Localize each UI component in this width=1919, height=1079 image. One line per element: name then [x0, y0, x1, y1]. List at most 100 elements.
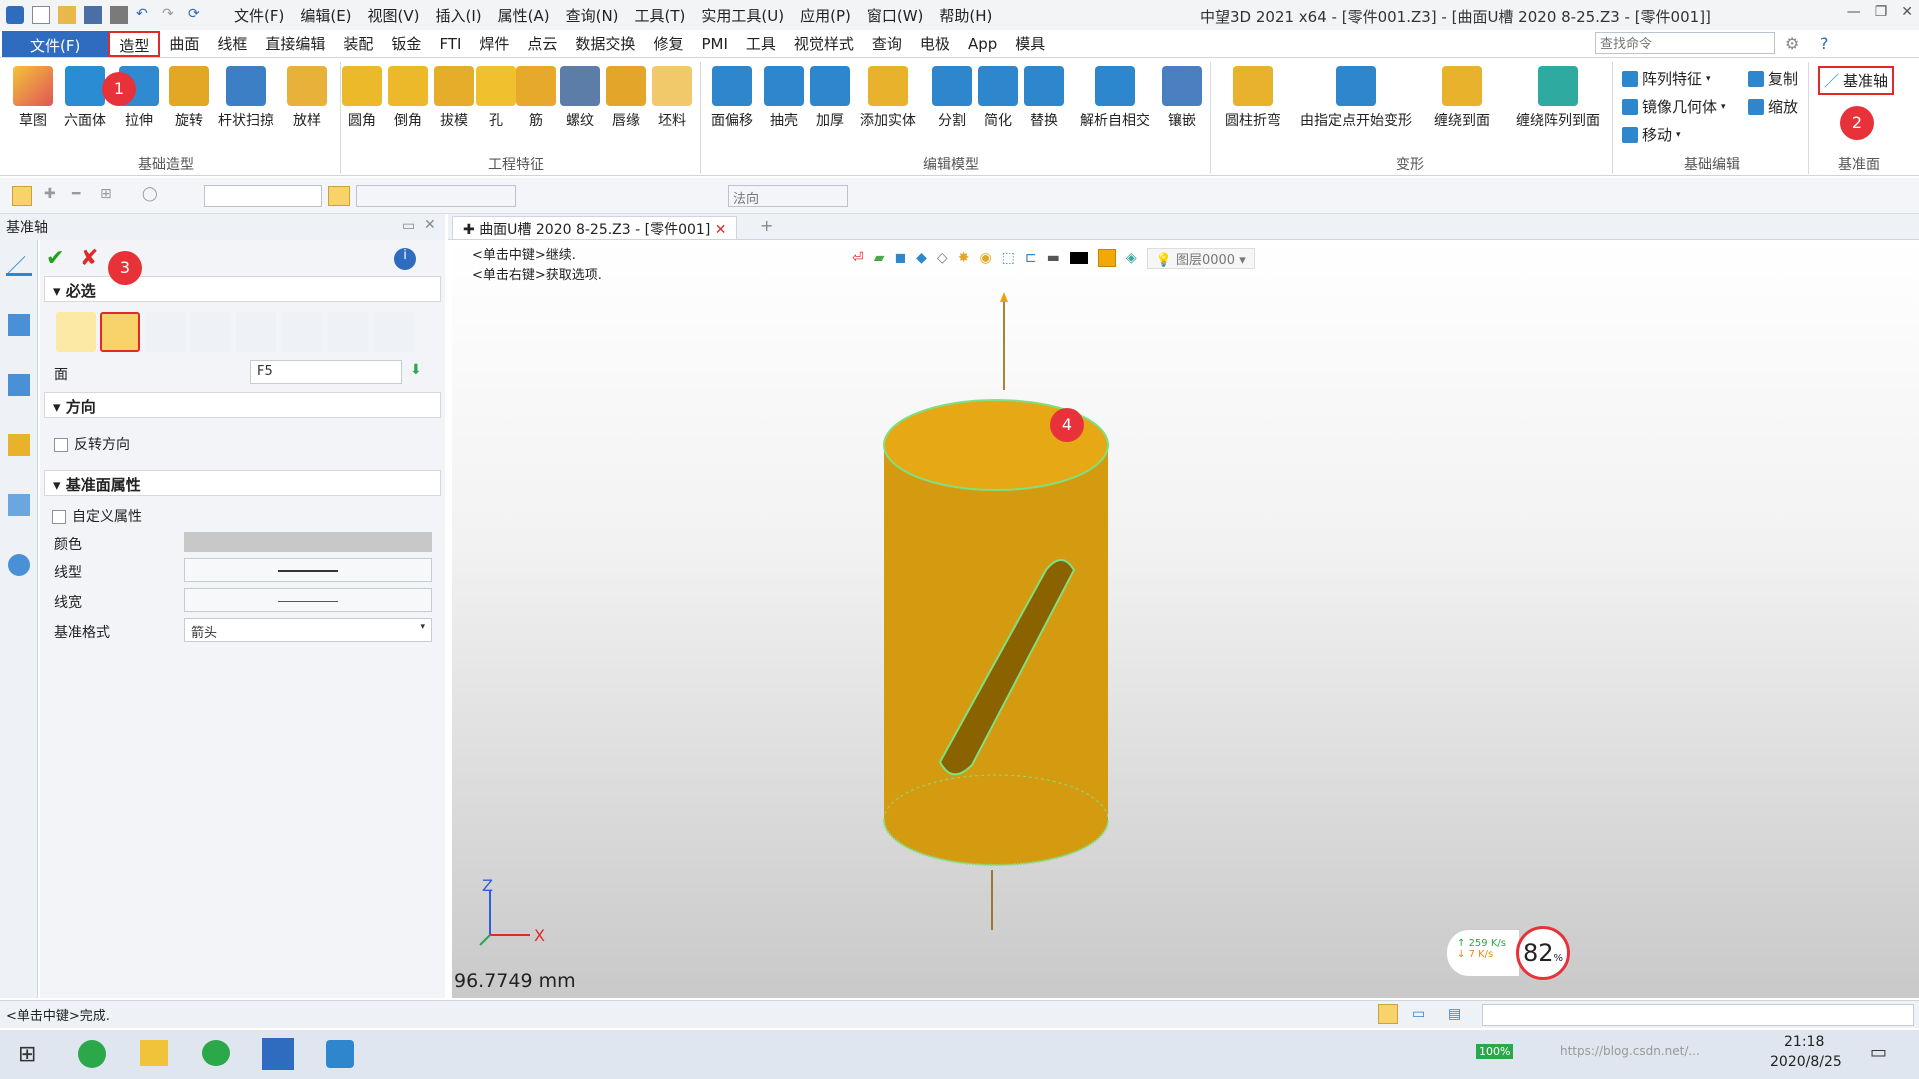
remove-icon[interactable]: ━ — [72, 186, 80, 202]
status-icon-2[interactable]: ▭ — [1412, 1006, 1425, 1022]
box-button[interactable]: 六面体 — [60, 66, 110, 130]
new-file-icon[interactable] — [32, 6, 50, 24]
cancel-icon[interactable]: ✘ — [80, 246, 106, 272]
thread-button[interactable]: 螺纹 — [558, 66, 602, 130]
filter-icon[interactable]: ⊞ — [100, 186, 112, 202]
filter-select[interactable] — [204, 185, 322, 207]
circle-select-icon[interactable]: ◯ — [142, 186, 158, 202]
tab-electrode[interactable]: 电极 — [911, 31, 959, 57]
tab-pmi[interactable]: PMI — [692, 31, 736, 57]
wechat-icon[interactable] — [202, 1040, 230, 1066]
add-tab-icon[interactable]: + — [760, 216, 773, 235]
tab-app[interactable]: App — [959, 31, 1006, 57]
wrap-pattern-button[interactable]: 缠绕阵列到面 — [1506, 66, 1610, 130]
tab-weldment[interactable]: 焊件 — [470, 31, 518, 57]
menu-help[interactable]: 帮助(H) — [931, 5, 1000, 26]
image-icon[interactable] — [8, 494, 30, 516]
search-input[interactable] — [1595, 32, 1775, 54]
tab-sheetmetal[interactable]: 钣金 — [382, 31, 430, 57]
mirror-geometry-button[interactable]: 镜像几何体 ▾ — [1622, 96, 1726, 117]
tab-visual-style[interactable]: 视觉样式 — [785, 31, 863, 57]
chamfer-button[interactable]: 倒角 — [386, 66, 430, 130]
copy-button[interactable]: 复制 — [1748, 68, 1798, 89]
linetype-select[interactable] — [184, 558, 432, 582]
model-canvas[interactable] — [452, 240, 1919, 998]
close-icon[interactable]: ✕ — [1901, 4, 1913, 20]
settings-gear-icon[interactable]: ⚙ — [1785, 34, 1799, 53]
simplify-button[interactable]: 简化 — [976, 66, 1020, 130]
self-intersect-button[interactable]: 解析自相交 — [1074, 66, 1156, 130]
windows-start-icon[interactable]: ⊞ — [18, 1042, 36, 1067]
restore-icon[interactable]: ❐ — [1875, 4, 1888, 20]
shell-button[interactable]: 抽壳 — [762, 66, 806, 130]
add-icon[interactable]: ✚ — [44, 186, 56, 202]
tab-pointcloud[interactable]: 点云 — [518, 31, 566, 57]
clock-date[interactable]: 2020/8/25 — [1770, 1054, 1842, 1070]
replace-button[interactable]: 替换 — [1022, 66, 1066, 130]
tab-direct-edit[interactable]: 直接编辑 — [256, 31, 334, 57]
save-icon[interactable] — [84, 6, 102, 24]
browser-icon[interactable] — [78, 1040, 106, 1068]
tab-data-exchange[interactable]: 数据交换 — [566, 31, 644, 57]
hole-button[interactable]: 孔 — [476, 66, 516, 130]
menu-edit[interactable]: 编辑(E) — [292, 5, 359, 26]
history-tree-icon[interactable] — [8, 314, 30, 336]
status-icon-3[interactable]: ▤ — [1448, 1006, 1461, 1022]
move-button[interactable]: 移动 ▾ — [1622, 124, 1681, 145]
datum-type-two-points-icon[interactable] — [282, 312, 322, 352]
panel-close-icon[interactable]: ✕ — [424, 217, 436, 233]
reverse-direction-checkbox[interactable]: 反转方向 — [54, 434, 130, 454]
notification-icon[interactable]: ▭ — [1870, 1042, 1887, 1063]
menu-query[interactable]: 查询(N) — [558, 5, 627, 26]
datum-type-plane-intersect-icon[interactable] — [374, 312, 414, 352]
datum-type-z-axis-icon[interactable] — [236, 312, 276, 352]
status-icon-1[interactable] — [1378, 1004, 1398, 1024]
menu-file[interactable]: 文件(F) — [226, 5, 292, 26]
scale-button[interactable]: 缩放 — [1748, 96, 1798, 117]
menu-window[interactable]: 窗口(W) — [859, 5, 932, 26]
sketch-button[interactable]: 草图 — [8, 66, 58, 130]
datum-type-face-icon[interactable] — [100, 312, 140, 352]
select-arrow-icon[interactable] — [12, 186, 32, 206]
section-datum-properties[interactable]: ▾ 基准面属性 — [44, 470, 441, 496]
datum-type-point-dir-icon[interactable] — [328, 312, 368, 352]
fillet-button[interactable]: 圆角 — [340, 66, 384, 130]
revolve-button[interactable]: 旋转 — [164, 66, 214, 130]
wrap-to-face-button[interactable]: 缠绕到面 — [1424, 66, 1500, 130]
user-icon[interactable] — [8, 554, 30, 576]
blank-button[interactable]: 坯料 — [650, 66, 694, 130]
section-required[interactable]: ▾ 必选 — [44, 276, 441, 302]
open-folder-icon[interactable] — [58, 6, 76, 24]
sweep-button[interactable]: 杆状扫掠 — [214, 66, 278, 130]
status-input[interactable] — [1482, 1004, 1914, 1026]
datum-type-x-axis-icon[interactable] — [146, 312, 186, 352]
3d-viewport[interactable]: <单击中键>继续. <单击右键>获取选项. ⏎ ▰ ◼ ◆ ◇ ✸ ◉ ⬚ ⊏ ▬… — [452, 240, 1919, 998]
draft-button[interactable]: 拔模 — [432, 66, 476, 130]
pattern-feature-button[interactable]: 阵列特征 ▾ — [1622, 68, 1711, 89]
custom-properties-checkbox[interactable]: 自定义属性 — [52, 506, 142, 526]
tab-fti[interactable]: FTI — [430, 31, 470, 57]
undo-icon[interactable]: ↶ — [136, 6, 154, 24]
menu-apps[interactable]: 应用(P) — [792, 5, 859, 26]
app-logo-icon[interactable] — [6, 6, 24, 24]
color-swatch[interactable] — [184, 532, 432, 552]
ok-icon[interactable]: ✔ — [46, 246, 72, 272]
tab-mold[interactable]: 模具 — [1006, 31, 1054, 57]
tab-file[interactable]: 文件(F) — [2, 30, 109, 57]
redo-icon[interactable]: ↷ — [162, 6, 180, 24]
explorer-icon[interactable] — [140, 1040, 168, 1066]
menu-utilities[interactable]: 实用工具(U) — [693, 5, 792, 26]
pick-filter-select[interactable] — [356, 185, 516, 207]
menu-insert[interactable]: 插入(I) — [428, 5, 490, 26]
sketch-tool-icon[interactable]: ／ — [6, 250, 32, 278]
pick-face-icon[interactable]: ⬇ — [410, 362, 422, 378]
tab-assembly[interactable]: 装配 — [334, 31, 382, 57]
tab-close-icon[interactable]: ✕ — [715, 222, 727, 238]
face-offset-button[interactable]: 面偏移 — [704, 66, 760, 130]
tab-query[interactable]: 查询 — [863, 31, 911, 57]
datum-type-y-axis-icon[interactable] — [190, 312, 230, 352]
writer-icon[interactable] — [326, 1040, 354, 1068]
tab-repair[interactable]: 修复 — [644, 31, 692, 57]
section-direction[interactable]: ▾ 方向 — [44, 392, 441, 418]
menu-tools[interactable]: 工具(T) — [627, 5, 694, 26]
